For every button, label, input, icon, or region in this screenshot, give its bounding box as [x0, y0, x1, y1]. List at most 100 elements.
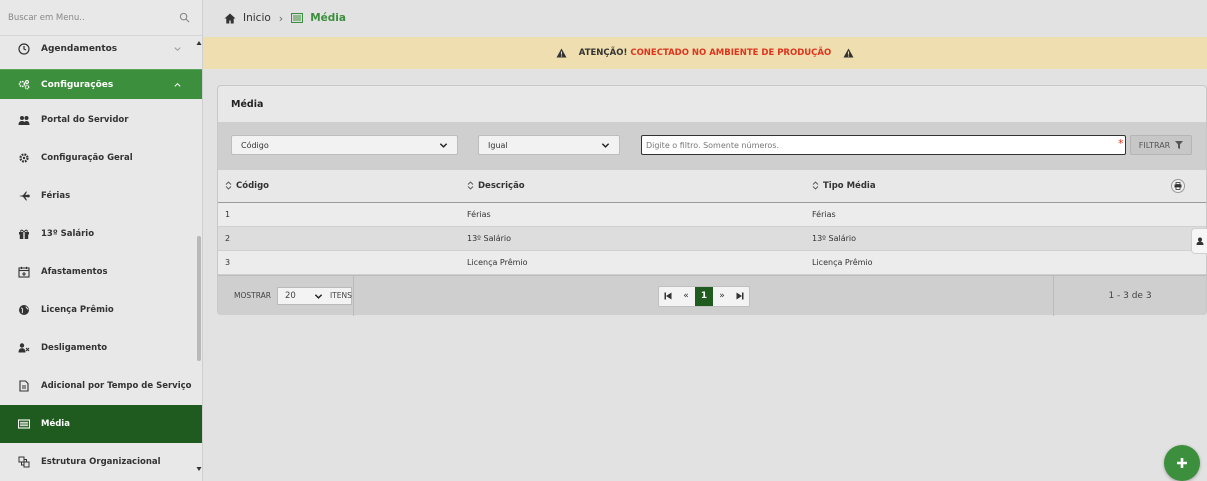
menu-search-input[interactable]: Buscar em Menu..: [8, 13, 85, 23]
gift-icon: [17, 227, 31, 241]
next-page-button[interactable]: »: [713, 287, 731, 306]
breadcrumb-current: Média: [291, 12, 346, 24]
sidebar-item-label: Estrutura Organizacional: [41, 457, 161, 467]
sidebar-item-adicional-tempo-servico[interactable]: Adicional por Tempo de Serviço: [0, 367, 202, 405]
scroll-up-arrow[interactable]: [196, 40, 202, 46]
file-icon: [17, 379, 31, 393]
chevron-up-icon: [174, 82, 181, 87]
sidebar-item-agendamentos[interactable]: Agendamentos: [0, 36, 202, 62]
gear-icon: [17, 151, 31, 165]
panel-title: Média: [231, 98, 264, 110]
user-times-icon: [17, 341, 31, 355]
sort-icon: [467, 181, 474, 190]
filter-operator-select[interactable]: Igual: [478, 135, 620, 155]
chevron-down-icon: [439, 143, 448, 148]
alert-prefix: ATENÇÃO!: [578, 48, 628, 58]
menu-search[interactable]: Buscar em Menu..: [0, 0, 202, 36]
sort-icon: [812, 181, 819, 190]
sort-icon: [225, 181, 232, 190]
table-row[interactable]: 2 13º Salário 13º Salário: [218, 226, 1206, 251]
column-header-label: Código: [236, 180, 269, 191]
calendar-plus-icon: [17, 265, 31, 279]
sidebar-item-label: 13º Salário: [41, 229, 95, 239]
cell-descricao: Licença Prêmio: [460, 250, 805, 275]
clock-icon: [17, 42, 31, 56]
page-size-items-label: ITENS: [329, 291, 352, 300]
sidebar-item-label: Configuração Geral: [41, 153, 133, 163]
page-button-current[interactable]: 1: [695, 286, 713, 306]
prev-page-button[interactable]: «: [677, 287, 695, 306]
media-panel: Média Código Igual * FILTRAR Código Desc…: [217, 85, 1207, 316]
last-page-button[interactable]: [731, 287, 749, 306]
column-header-descricao[interactable]: Descrição: [460, 170, 805, 203]
sidebar: Buscar em Menu.. Agendamentos Configuraç…: [0, 0, 203, 481]
page-size-value: 20: [284, 290, 296, 301]
sidebar-item-licenca-premio[interactable]: Licença Prêmio: [0, 291, 202, 329]
table-row[interactable]: 3 Licença Prêmio Licença Prêmio: [218, 250, 1206, 275]
table-row[interactable]: 1 Férias Férias: [218, 202, 1206, 227]
breadcrumb: Inicio › Média: [203, 0, 1207, 36]
globe-icon: [17, 303, 31, 317]
cell-descricao: Férias: [460, 202, 805, 227]
sidebar-scrollbar-thumb[interactable]: [197, 236, 201, 361]
column-header-actions: [1171, 170, 1206, 203]
search-icon: [179, 12, 190, 23]
sidebar-item-13-salario[interactable]: 13º Salário: [0, 215, 202, 253]
filter-icon: [1175, 141, 1184, 149]
filter-field-value: Código: [241, 140, 269, 150]
warning-icon: [556, 48, 567, 58]
cell-codigo: 2: [218, 226, 460, 251]
sidebar-item-afastamentos[interactable]: Afastamentos: [0, 253, 202, 291]
user-icon: [1196, 237, 1203, 245]
pagination: « 1 »: [658, 285, 750, 307]
chevron-down-icon: [601, 143, 610, 148]
print-icon: [1174, 181, 1182, 190]
production-alert: ATENÇÃO! CONECTADO NO AMBIENTE DE PRODUÇ…: [203, 37, 1207, 69]
sidebar-item-media[interactable]: Média: [0, 405, 202, 443]
warning-icon: [843, 48, 854, 58]
filter-field-select[interactable]: Código: [231, 135, 458, 155]
list-icon: [17, 417, 31, 431]
cell-tipo-media: Licença Prêmio: [805, 250, 1171, 275]
filter-operator-value: Igual: [488, 140, 508, 150]
plane-icon: [17, 189, 31, 203]
cell-tipo-media: Férias: [805, 202, 1171, 227]
sitemap-icon: [17, 455, 31, 469]
add-button[interactable]: [1164, 445, 1200, 481]
cell-codigo: 1: [218, 202, 460, 227]
first-page-button[interactable]: [659, 287, 677, 306]
column-header-label: Tipo Média: [823, 180, 876, 191]
users-icon: [17, 113, 31, 127]
cell-descricao: 13º Salário: [460, 226, 805, 251]
sidebar-item-configuracoes[interactable]: Configurações: [0, 69, 202, 99]
scroll-down-arrow[interactable]: [196, 466, 202, 472]
sidebar-item-ferias[interactable]: Férias: [0, 177, 202, 215]
gears-icon: [17, 78, 31, 92]
sidebar-item-label: Afastamentos: [41, 267, 108, 277]
column-header-codigo[interactable]: Código: [218, 170, 460, 203]
first-page-icon: [664, 292, 672, 300]
filter-button[interactable]: FILTRAR: [1130, 135, 1192, 155]
chevron-down-icon: [314, 293, 323, 299]
page-size-select[interactable]: 20 ITENS: [276, 286, 352, 305]
sidebar-item-label: Configurações: [41, 79, 114, 90]
sidebar-item-portal-do-servidor[interactable]: Portal do Servidor: [0, 101, 202, 139]
column-header-tipo-media[interactable]: Tipo Média: [805, 170, 1171, 203]
sidebar-item-desligamento[interactable]: Desligamento: [0, 329, 202, 367]
sidebar-item-estrutura-organizacional[interactable]: Estrutura Organizacional: [0, 443, 202, 481]
list-icon: [291, 13, 304, 23]
side-panel-toggle[interactable]: [1191, 228, 1207, 254]
sidebar-item-label: Licença Prêmio: [41, 305, 114, 315]
sidebar-item-configuracao-geral[interactable]: Configuração Geral: [0, 139, 202, 177]
home-icon[interactable]: [224, 13, 236, 24]
breadcrumb-home[interactable]: Inicio: [243, 12, 271, 24]
media-table: Código Descrição Tipo Média 1 Férias Fér…: [218, 170, 1206, 275]
cell-actions: [1171, 202, 1206, 227]
print-button[interactable]: [1171, 178, 1185, 193]
sidebar-item-label: Adicional por Tempo de Serviço: [41, 381, 192, 391]
required-asterisk: *: [1118, 137, 1124, 150]
cell-tipo-media: 13º Salário: [805, 226, 1171, 251]
filter-input[interactable]: [641, 135, 1126, 155]
cell-codigo: 3: [218, 250, 460, 275]
chevron-down-icon: [174, 47, 181, 52]
